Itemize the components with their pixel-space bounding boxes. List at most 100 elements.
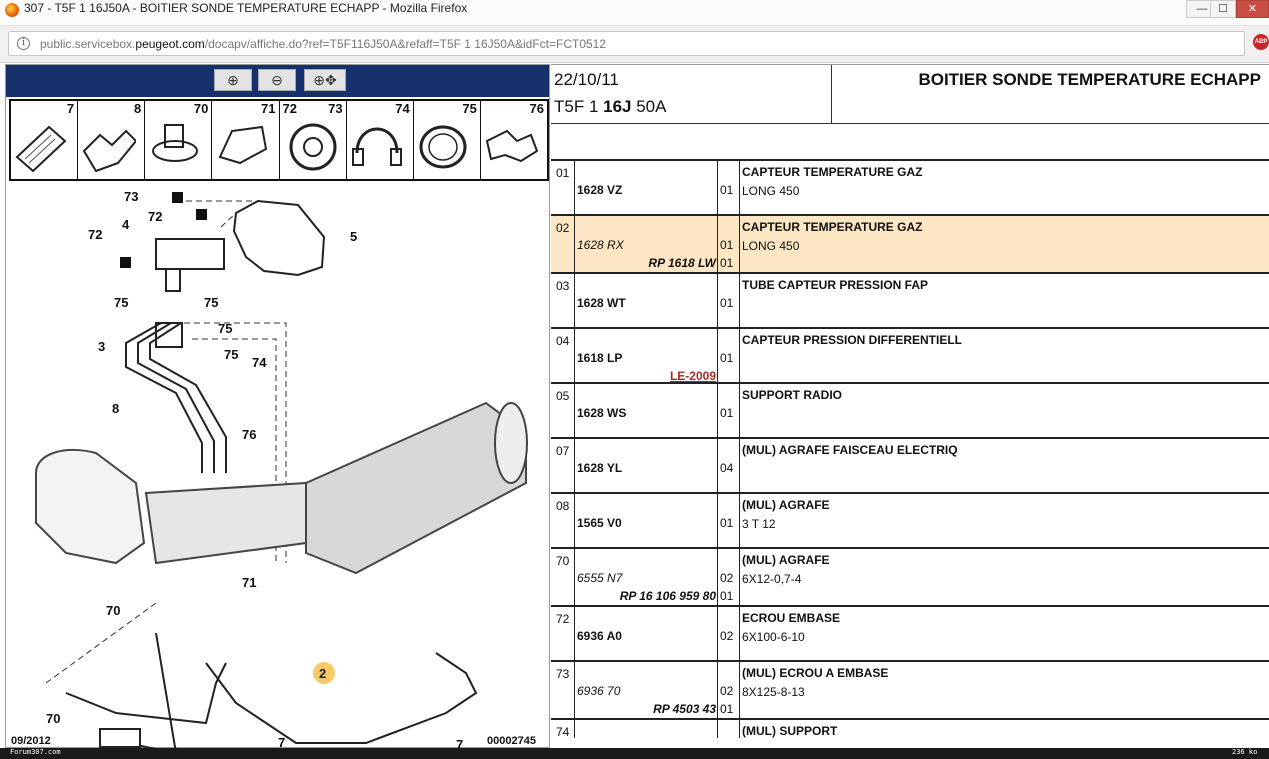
label-75[interactable]: 75 (114, 295, 128, 310)
legend-cell-8[interactable]: 8 (78, 101, 146, 179)
legend-cell-75[interactable]: 75 (414, 101, 481, 179)
label-73[interactable]: 73 (124, 189, 138, 204)
legend-cell-74[interactable]: 74 (347, 101, 414, 179)
url-path: /docapv/affiche.do?ref=T5F116J50A&refaff… (204, 37, 607, 51)
part-name: TUBE CAPTEUR PRESSION FAP (742, 278, 929, 292)
row-index: 02 (551, 216, 575, 272)
replacement-code[interactable]: RP 4503 43 (653, 702, 716, 716)
ref-part-c: 50A (631, 97, 667, 116)
row-index: 05 (551, 384, 575, 437)
part-code[interactable]: 1628 YL (577, 461, 622, 475)
row-qty-cell (718, 720, 740, 738)
label-70[interactable]: 70 (106, 603, 120, 618)
label-74[interactable]: 74 (252, 355, 267, 370)
legend-cell-70[interactable]: 70 (145, 101, 213, 179)
table-row[interactable]: 01 1628 VZ 01 CAPTEUR TEMPERATURE GAZ LON… (551, 161, 1269, 216)
ref-part-a: T5F 1 (554, 97, 604, 116)
label-71[interactable]: 71 (242, 575, 256, 590)
table-row[interactable]: 03 1628 WT 01 TUBE CAPTEUR PRESSION FAP (551, 274, 1269, 329)
replacement-code[interactable]: RP 1618 LW (648, 256, 716, 270)
zoom-in-button[interactable]: ⊕ (214, 69, 252, 91)
part-code[interactable]: 6936 A0 (577, 629, 622, 643)
label-5[interactable]: 5 (350, 229, 357, 244)
url-text[interactable]: public.servicebox.peugeot.com/docapv/aff… (40, 37, 606, 51)
table-row[interactable]: 04 1618 LP LE-2009 01 CAPTEUR PRESSION DI… (551, 329, 1269, 384)
table-row[interactable]: 07 1628 YL 04 (MUL) AGRAFE FAISCEAU ELEC… (551, 439, 1269, 494)
qty-replacement: 01 (720, 702, 734, 716)
row-desc-cell: (MUL) SUPPORT (740, 720, 1269, 738)
limit-link[interactable]: LE-2009 (670, 369, 716, 383)
label-3[interactable]: 3 (98, 339, 105, 354)
part-name: (MUL) AGRAFE FAISCEAU ELECTRIQ (742, 443, 958, 457)
close-button[interactable]: ✕ (1236, 0, 1269, 18)
label-70[interactable]: 70 (46, 711, 60, 726)
part-code[interactable]: 1628 RX (577, 238, 624, 252)
qty: 01 (720, 238, 734, 252)
qty: 04 (720, 461, 734, 475)
legend-cell-7[interactable]: 7 (11, 101, 79, 179)
label-72[interactable]: 72 (88, 227, 102, 242)
part-code[interactable]: 6936 70 (577, 684, 620, 698)
label-4[interactable]: 4 (122, 217, 130, 232)
ref-part-b: 16J (603, 97, 632, 116)
table-row[interactable]: 05 1628 WS 01 SUPPORT RADIO (551, 384, 1269, 439)
row-index: 73 (551, 662, 575, 718)
label-75[interactable]: 75 (218, 321, 232, 336)
part-name: (MUL) ECROU A EMBASE (742, 666, 889, 680)
row-desc-cell: CAPTEUR PRESSION DIFFERENTIELL (740, 329, 1269, 382)
part-name: (MUL) SUPPORT (742, 724, 838, 738)
row-qty-cell: 01 (718, 329, 740, 382)
label-8[interactable]: 8 (112, 401, 119, 416)
row-index: 08 (551, 494, 575, 547)
row-qty-cell: 01 (718, 384, 740, 437)
row-qty-cell: 01 (718, 161, 740, 214)
row-qty-cell: 01 01 (718, 216, 740, 272)
info-icon[interactable]: i (17, 37, 30, 50)
table-row[interactable]: 72 6936 A0 02 ECROU EMBASE 6X100-6-10 (551, 607, 1269, 662)
maximize-button[interactable]: ☐ (1210, 0, 1236, 18)
legend-cell-76[interactable]: 76 (481, 101, 547, 179)
table-row[interactable]: 08 1565 V0 01 (MUL) AGRAFE 3 T 12 (551, 494, 1269, 549)
label-75[interactable]: 75 (224, 347, 238, 362)
part-code[interactable]: 6555 N7 (577, 571, 622, 585)
part-detail: 6X12-0,7-4 (742, 572, 802, 586)
qty: 01 (720, 351, 734, 365)
table-row[interactable]: 74 (MUL) SUPPORT (551, 720, 1269, 739)
row-code-cell: 1618 LP LE-2009 (575, 329, 718, 383)
row-desc-cell: CAPTEUR TEMPERATURE GAZ LONG 450 (740, 216, 1269, 272)
table-row-selected[interactable]: 02 1628 RX RP 1618 LW 01 01 CAPTEUR TEMPER… (551, 216, 1269, 274)
qty: 02 (720, 684, 734, 698)
part-name: ECROU EMBASE (742, 611, 841, 625)
zoom-pan-button[interactable]: ⊕✥ (304, 69, 346, 91)
label-7[interactable]: 7 (278, 735, 285, 749)
zoom-out-button[interactable]: ⊖ (258, 69, 296, 91)
row-desc-cell: CAPTEUR TEMPERATURE GAZ LONG 450 (740, 161, 1269, 214)
row-desc-cell: (MUL) AGRAFE 6X12-0,7-4 (740, 549, 1269, 605)
row-code-cell: 6555 N7 RP 16 106 959 80 (575, 549, 718, 605)
label-76[interactable]: 76 (242, 427, 256, 442)
part-code[interactable]: 1628 VZ (577, 183, 622, 197)
label-75[interactable]: 75 (204, 295, 218, 310)
legend-cell-71[interactable]: 71 (212, 101, 280, 179)
row-index: 01 (551, 161, 575, 214)
doc-ref: T5F 1 16J 50A (554, 97, 666, 117)
row-desc-cell: ECROU EMBASE 6X100-6-10 (740, 607, 1269, 660)
label-72[interactable]: 72 (148, 209, 162, 224)
legend-cell-72-73[interactable]: 72 73 (280, 101, 347, 179)
address-bar[interactable]: i public.servicebox.peugeot.com/docapv/a… (8, 31, 1245, 56)
part-code[interactable]: 1628 WS (577, 406, 626, 420)
replacement-code[interactable]: RP 16 106 959 80 (620, 589, 716, 603)
row-desc-cell: (MUL) ECROU A EMBASE 8X125-8-13 (740, 662, 1269, 718)
table-row[interactable]: 73 6936 70 RP 4503 43 02 01 (MUL) ECROU A … (551, 662, 1269, 720)
part-code[interactable]: 1628 WT (577, 296, 626, 310)
part-code[interactable]: 1618 LP (577, 351, 622, 365)
label-2[interactable]: 2 (319, 666, 326, 681)
qty: 01 (720, 296, 734, 310)
status-bar: Forum307.com 236 ko (0, 748, 1269, 759)
part-code[interactable]: 1565 V0 (577, 516, 622, 530)
adblock-plus-icon[interactable]: ABP (1253, 34, 1269, 50)
legend-label: 75 (462, 101, 477, 116)
legend-label: 71 (261, 101, 276, 116)
table-row[interactable]: 70 6555 N7 RP 16 106 959 80 02 01 (MUL) AG… (551, 549, 1269, 607)
part-detail: 8X125-8-13 (742, 685, 805, 699)
